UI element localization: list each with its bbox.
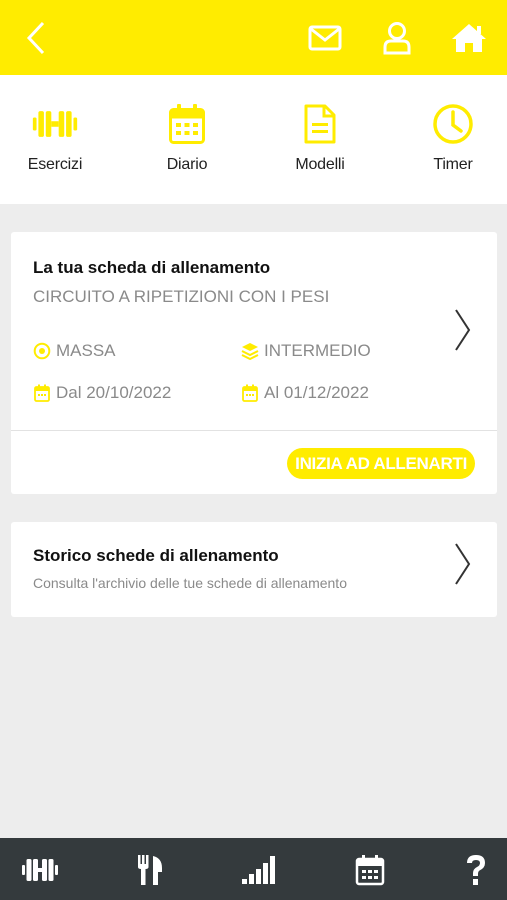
top-bar [0, 0, 507, 75]
quicknav-item-diario[interactable]: Diario [137, 75, 237, 204]
document-icon [296, 102, 344, 146]
chevron-right-icon[interactable] [452, 542, 474, 586]
dumbbell-icon [31, 102, 79, 146]
quicknav-item-modelli[interactable]: Modelli [270, 75, 370, 204]
fork-knife-icon [138, 855, 162, 885]
current-plan-card[interactable]: La tua scheda di allenamento CIRCUITO A … [11, 232, 497, 494]
mail-icon [308, 25, 342, 51]
target-icon [33, 342, 51, 360]
layers-icon [241, 342, 259, 360]
calendar-icon [241, 384, 259, 402]
quick-nav: Esercizi Diario Modelli Timer [0, 75, 507, 204]
quicknav-label: Timer [433, 156, 473, 173]
plan-name: CIRCUITO A RIPETIZIONI CON I PESI [33, 287, 330, 306]
bottom-nav-nutrition[interactable] [130, 852, 170, 888]
help-icon [467, 855, 485, 885]
plan-level: INTERMEDIO [241, 341, 371, 361]
back-icon [26, 21, 45, 55]
calendar-icon [163, 102, 211, 146]
user-icon [383, 22, 411, 55]
profile-button[interactable] [377, 18, 417, 58]
signal-bars-icon [242, 856, 275, 884]
bottom-nav-progress[interactable] [240, 852, 280, 888]
chevron-right-icon[interactable] [452, 308, 474, 352]
bottom-nav [0, 838, 507, 900]
calendar-icon [355, 855, 385, 886]
quicknav-label: Modelli [295, 156, 345, 173]
bottom-nav-workouts[interactable] [20, 852, 60, 888]
quicknav-item-esercizi[interactable]: Esercizi [5, 75, 105, 204]
history-card[interactable]: Storico schede di allenamento Consulta l… [11, 522, 497, 617]
plan-end-text: Al 01/12/2022 [264, 383, 369, 402]
quicknav-item-timer[interactable]: Timer [403, 75, 503, 204]
card-title: La tua scheda di allenamento [33, 258, 271, 277]
mail-button[interactable] [305, 18, 345, 58]
plan-start-text: Dal 20/10/2022 [56, 383, 172, 402]
home-button[interactable] [449, 18, 489, 58]
plan-goal-text: MASSA [56, 341, 116, 360]
quicknav-label: Esercizi [27, 156, 83, 173]
home-icon [452, 24, 486, 52]
history-title: Storico schede di allenamento [33, 546, 279, 565]
bottom-nav-help[interactable] [456, 852, 496, 888]
calendar-icon [33, 384, 51, 402]
start-training-button[interactable]: INIZIA AD ALLENARTI [287, 448, 475, 479]
plan-level-text: INTERMEDIO [264, 341, 371, 360]
plan-end-date: Al 01/12/2022 [241, 383, 369, 403]
plan-start-date: Dal 20/10/2022 [33, 383, 171, 403]
quicknav-label: Diario [166, 156, 208, 173]
dumbbell-icon [22, 859, 58, 881]
plan-goal: MASSA [33, 341, 116, 361]
history-subtitle: Consulta l'archivio delle tue schede di … [33, 575, 347, 591]
bottom-nav-calendar[interactable] [350, 852, 390, 888]
back-button[interactable] [16, 18, 56, 58]
divider [11, 430, 497, 431]
clock-icon [429, 102, 477, 146]
